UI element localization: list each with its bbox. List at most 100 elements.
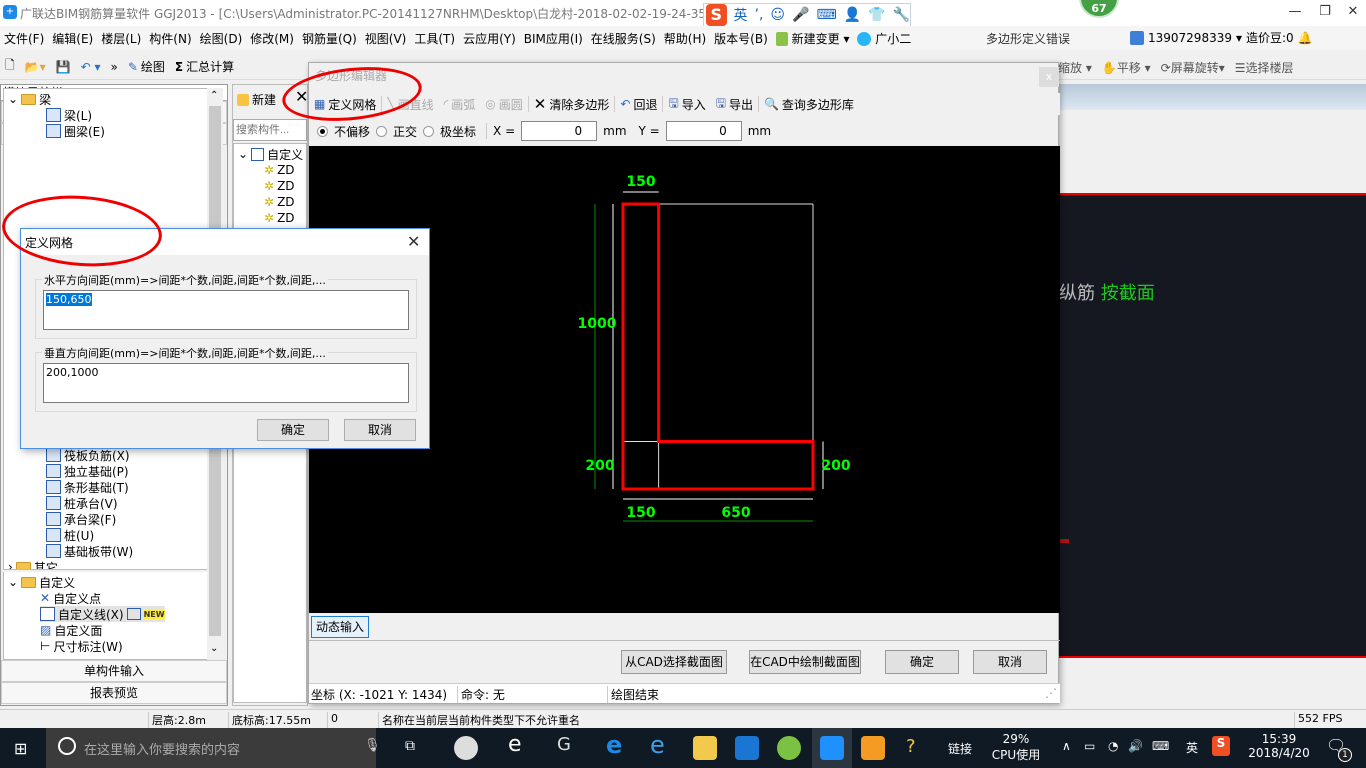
rotate-button[interactable]: ⟳屏幕旋转▾ (1161, 59, 1225, 76)
mic-icon[interactable]: 🎤 (792, 7, 809, 23)
mode-no-offset-radio[interactable] (317, 125, 328, 137)
tray-link[interactable]: 链接 (948, 740, 972, 757)
new-component-button[interactable]: 新建 (237, 91, 276, 108)
tree-item-isolated-footing[interactable]: 独立基础(P) (46, 463, 129, 479)
menu-help[interactable]: 帮助(H) (660, 30, 710, 47)
bell-icon[interactable]: 🔔 (1298, 31, 1313, 45)
polygon-ok-button[interactable]: 确定 (885, 650, 959, 674)
menu-view[interactable]: 视图(V) (361, 30, 411, 47)
cpu-widget[interactable]: 29% CPU使用 (990, 732, 1042, 763)
x-input[interactable]: 0 (521, 121, 598, 141)
query-library-button[interactable]: 🔍 查询多边形库 (759, 96, 859, 113)
menu-modify[interactable]: 修改(M) (246, 30, 298, 47)
tree-item-beam[interactable]: 梁(L) (46, 107, 92, 123)
overflow-icon[interactable]: » (105, 60, 122, 74)
list-root[interactable]: ⌄ 自定义 (238, 146, 303, 162)
open-folder-icon[interactable]: 📂▾ (20, 60, 51, 74)
ie-blue-icon[interactable]: e (650, 731, 665, 759)
tree-item-raft-rebar[interactable]: 筏板负筋(X) (46, 447, 130, 463)
app-green-icon[interactable] (777, 736, 801, 760)
tree-folder-other[interactable]: › 其它 (8, 559, 58, 569)
menu-edit[interactable]: 编辑(E) (48, 30, 97, 47)
menu-floor[interactable]: 楼层(L) (97, 30, 145, 47)
save-icon[interactable]: 💾 (51, 60, 76, 74)
windows-start-icon[interactable]: ⊞ (14, 739, 27, 758)
sogou-icon[interactable]: S (706, 4, 727, 26)
menu-online[interactable]: 在线服务(S) (587, 30, 660, 47)
list-item[interactable]: ✲ ZD (264, 194, 295, 210)
undo-icon[interactable]: ↶ ▾ (76, 60, 106, 74)
mode-no-offset-label[interactable]: 不偏移 (334, 123, 370, 140)
ie-icon[interactable]: e (508, 732, 522, 757)
draw-arc-button[interactable]: ◜ 画弧 (439, 96, 481, 113)
mic-icon[interactable]: 🎙 (364, 738, 381, 753)
tree-folder-beam[interactable]: ⌄ 梁 (8, 91, 51, 107)
app-ggj-active[interactable] (812, 728, 852, 768)
menu-new-change[interactable]: 新建变更 ▾ (772, 30, 854, 47)
ime-lang[interactable]: 英 (1186, 739, 1198, 756)
list-item[interactable]: ✲ ZD (264, 162, 295, 178)
grid-cancel-button[interactable]: 取消 (344, 419, 416, 441)
select-floor-button[interactable]: ☰选择楼层 (1235, 59, 1294, 76)
undo-button[interactable]: ↶ 回退 (615, 96, 662, 113)
polygon-cancel-button[interactable]: 取消 (973, 650, 1047, 674)
mode-polar-label[interactable]: 极坐标 (440, 123, 476, 140)
tree-item-pile[interactable]: 桩(U) (46, 527, 94, 543)
draw-in-cad-button[interactable]: 在CAD中绘制截面图 (749, 650, 861, 674)
edge-icon[interactable]: e (606, 731, 622, 759)
grid-ok-button[interactable]: 确定 (257, 419, 329, 441)
notes-icon[interactable] (861, 736, 885, 760)
emoji-icon[interactable]: ☺ (770, 7, 785, 23)
account-area[interactable]: 13907298339 ▾ 造价豆:0 🔔 (1130, 29, 1313, 46)
file-explorer-icon[interactable] (693, 736, 717, 760)
sogou-tray-icon[interactable]: S (1212, 736, 1230, 756)
wifi-icon[interactable]: ◔ (1108, 739, 1118, 753)
list-item[interactable]: ✲ ZD (264, 178, 295, 194)
horizontal-spacing-input[interactable]: 150,650 (43, 290, 409, 330)
menu-file[interactable]: 文件(F) (0, 30, 48, 47)
resize-grip-icon[interactable]: ⋰ (1045, 686, 1057, 700)
menu-cloud[interactable]: 云应用(Y) (459, 30, 520, 47)
dynamic-input-toggle[interactable]: 动态输入 (311, 616, 369, 638)
ime-lang[interactable]: 英 (734, 5, 748, 25)
vertical-spacing-input[interactable]: 200,1000 (43, 363, 409, 403)
menu-bim[interactable]: BIM应用(I) (520, 30, 587, 47)
user-icon[interactable]: 👤 (844, 7, 861, 23)
tree-item-cap-beam[interactable]: 承台梁(F) (46, 511, 116, 527)
mode-ortho-label[interactable]: 正交 (393, 123, 417, 140)
restore-button[interactable]: ❐ (1310, 2, 1340, 22)
section-report-preview[interactable]: 报表预览 (1, 682, 227, 704)
task-view-icon[interactable]: ⧉ (405, 738, 415, 754)
tree-item-pile-cap[interactable]: 桩承台(V) (46, 495, 118, 511)
touch-keyboard-icon[interactable]: ⌨ (1152, 739, 1169, 753)
pinwheel-app-icon[interactable] (454, 736, 478, 760)
account-number[interactable]: 13907298339 (1148, 31, 1232, 45)
zoom-button[interactable]: 缩放 ▾ (1058, 59, 1092, 76)
section-polygon[interactable] (621, 202, 815, 491)
clear-polygon-button[interactable]: ✕ 清除多边形 (529, 95, 615, 113)
component-search-input[interactable] (233, 119, 307, 141)
grid-dialog-close-icon[interactable]: ✕ (407, 232, 420, 251)
tree-item-custom-face[interactable]: ▨ 自定义面 (40, 622, 102, 638)
app-g-icon[interactable] (735, 736, 759, 760)
tree-item-strip-footing[interactable]: 条形基础(T) (46, 479, 129, 495)
minimize-button[interactable]: — (1280, 2, 1310, 22)
select-from-cad-button[interactable]: 从CAD选择截面图 (621, 650, 727, 674)
help-doc-icon[interactable]: ? (906, 736, 916, 757)
export-button[interactable]: 🖫 导出 (711, 94, 758, 115)
wrench-icon[interactable]: 🔧 (893, 7, 910, 23)
ime-toolbar[interactable]: S 英 ’, ☺ 🎤 ⌨ 👤 👕 🔧 (703, 3, 911, 27)
y-input[interactable]: 0 (665, 121, 742, 141)
section-single-input[interactable]: 单构件输入 (1, 660, 227, 682)
clock[interactable]: 15:39 2018/4/20 (1248, 732, 1310, 760)
new-file-icon[interactable]: 🗋 (0, 56, 20, 77)
taskbar-search[interactable]: 在这里输入你要搜索的内容 🎙 (46, 728, 381, 768)
skin-icon[interactable]: 👕 (868, 7, 885, 23)
draw-button[interactable]: ✎ 绘图 (123, 58, 170, 75)
menu-component[interactable]: 构件(N) (145, 30, 195, 47)
mode-polar-radio[interactable] (423, 125, 435, 137)
pan-button[interactable]: ✋平移 ▾ (1102, 59, 1151, 76)
close-button[interactable]: ✕ (1338, 2, 1366, 22)
tree-folder-custom[interactable]: ⌄ 自定义 (8, 574, 75, 590)
volume-icon[interactable]: 🔊 (1128, 739, 1143, 753)
